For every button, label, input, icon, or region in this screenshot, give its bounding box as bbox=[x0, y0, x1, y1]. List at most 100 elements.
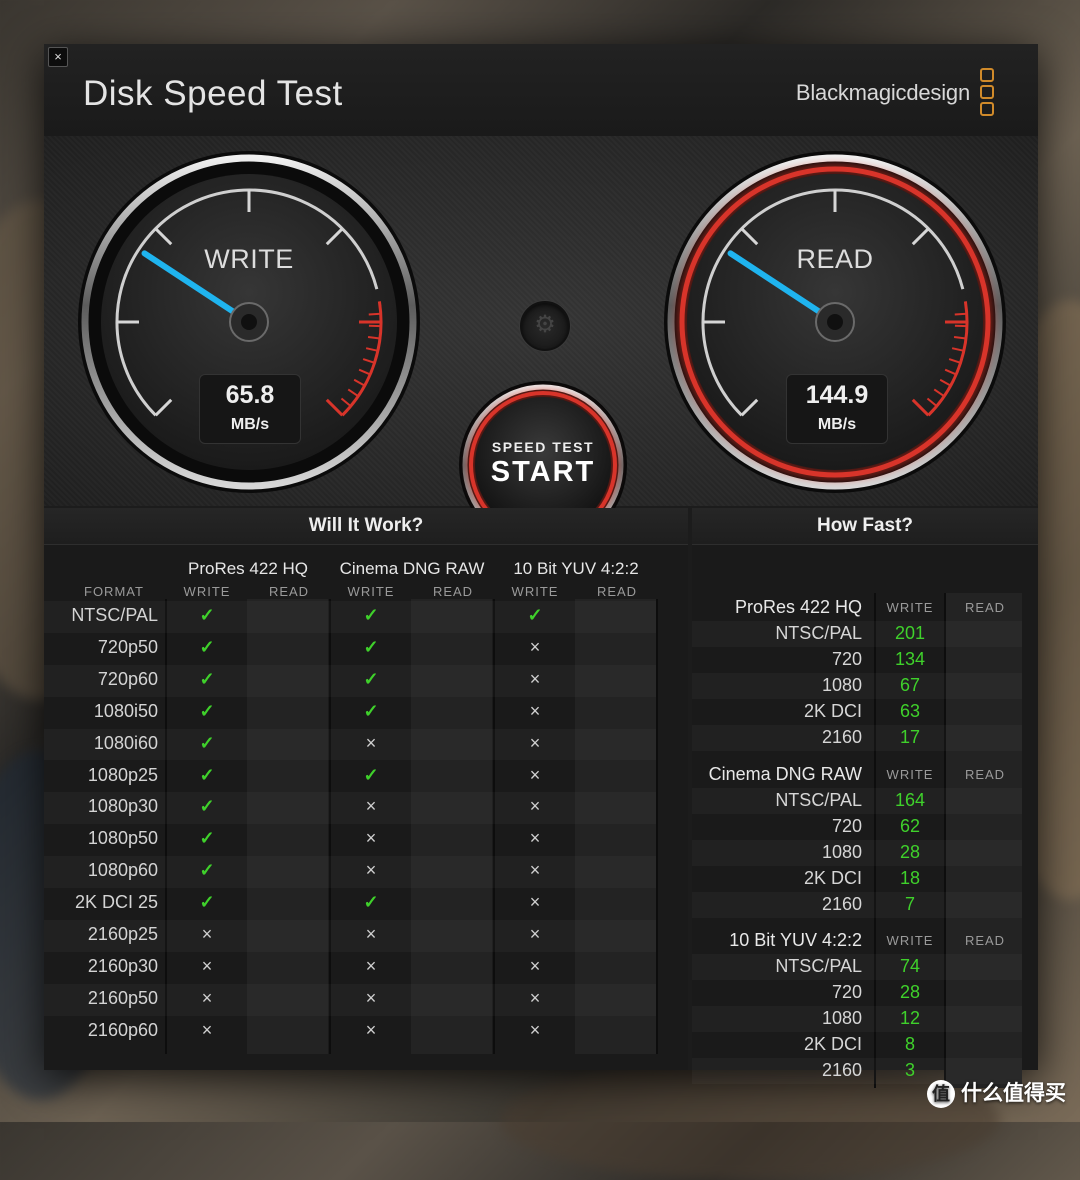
cross-icon: × bbox=[494, 924, 576, 945]
format-label: 2160p30 bbox=[44, 956, 158, 977]
format-label: 2160p60 bbox=[44, 1020, 158, 1041]
check-icon: ✓ bbox=[166, 637, 248, 658]
format-label: 1080 bbox=[692, 1008, 862, 1029]
cross-icon: × bbox=[330, 1020, 412, 1041]
write-fps-value: 134 bbox=[875, 649, 945, 670]
codec-header: Cinema DNG RAW bbox=[330, 559, 494, 579]
check-icon: ✓ bbox=[166, 828, 248, 849]
write-fps-value: 17 bbox=[875, 727, 945, 748]
format-label: 2K DCI bbox=[692, 701, 862, 722]
watermark-text: 什么值得买 bbox=[961, 1082, 1066, 1105]
check-icon: ✓ bbox=[166, 669, 248, 690]
format-label: 2K DCI 25 bbox=[44, 892, 158, 913]
cross-icon: × bbox=[494, 765, 576, 786]
write-fps-value: 28 bbox=[875, 982, 945, 1003]
watermark-logo-icon: 值 bbox=[927, 1080, 955, 1108]
read-value: 144.9 bbox=[787, 381, 887, 410]
check-icon: ✓ bbox=[494, 605, 576, 626]
format-label: 1080i60 bbox=[44, 733, 158, 754]
format-label: 720p60 bbox=[44, 669, 158, 690]
write-fps-value: 18 bbox=[875, 868, 945, 889]
cross-icon: × bbox=[330, 924, 412, 945]
app-title: Disk Speed Test bbox=[83, 74, 343, 114]
format-label: NTSC/PAL bbox=[692, 956, 862, 977]
check-icon: ✓ bbox=[166, 701, 248, 722]
read-readout: 144.9 MB/s bbox=[786, 374, 888, 444]
format-label: 1080p60 bbox=[44, 860, 158, 881]
format-label: 1080p30 bbox=[44, 796, 158, 817]
format-label: 1080 bbox=[692, 675, 862, 696]
column-separator bbox=[656, 599, 658, 1054]
site-watermark: 值什么值得买 bbox=[927, 1077, 1066, 1108]
write-fps-value: 28 bbox=[875, 842, 945, 863]
cross-icon: × bbox=[494, 669, 576, 690]
settings-gear-button[interactable]: ⚙ bbox=[520, 301, 570, 351]
format-label: 720 bbox=[692, 649, 862, 670]
check-icon: ✓ bbox=[166, 892, 248, 913]
check-icon: ✓ bbox=[166, 796, 248, 817]
cross-icon: × bbox=[330, 860, 412, 881]
cross-icon: × bbox=[494, 796, 576, 817]
read-unit: MB/s bbox=[787, 416, 887, 434]
check-icon: ✓ bbox=[330, 605, 412, 626]
write-subheader: WRITE bbox=[875, 767, 945, 782]
cross-icon: × bbox=[494, 733, 576, 754]
check-icon: ✓ bbox=[330, 892, 412, 913]
format-label: 2160 bbox=[692, 1060, 862, 1081]
brand-name: Blackmagicdesign bbox=[796, 80, 970, 106]
read-subheader: READ bbox=[950, 933, 1020, 948]
write-fps-value: 164 bbox=[875, 790, 945, 811]
cross-icon: × bbox=[330, 733, 412, 754]
write-gauge-label: WRITE bbox=[169, 244, 329, 275]
write-fps-value: 63 bbox=[875, 701, 945, 722]
gauge-area: WRITE 65.8 MB/s ⚙ bbox=[44, 136, 1038, 506]
cross-icon: × bbox=[494, 701, 576, 722]
cross-icon: × bbox=[166, 956, 248, 977]
close-button[interactable]: × bbox=[48, 47, 68, 67]
codec-group-name: Cinema DNG RAW bbox=[692, 764, 862, 785]
cross-icon: × bbox=[494, 637, 576, 658]
format-header: FORMAT bbox=[84, 584, 174, 599]
read-subheader: READ bbox=[412, 584, 494, 599]
cross-icon: × bbox=[166, 988, 248, 1009]
write-fps-value: 201 bbox=[875, 623, 945, 644]
format-label: NTSC/PAL bbox=[692, 623, 862, 644]
write-subheader: WRITE bbox=[330, 584, 412, 599]
write-minor-tick bbox=[369, 314, 381, 315]
start-button-caption: SPEED TEST bbox=[458, 439, 628, 455]
format-label: 2160 bbox=[692, 894, 862, 915]
format-label: 1080i50 bbox=[44, 701, 158, 722]
write-value: 65.8 bbox=[200, 381, 300, 410]
write-readout: 65.8 MB/s bbox=[199, 374, 301, 444]
write-subheader: WRITE bbox=[875, 600, 945, 615]
write-fps-value: 8 bbox=[875, 1034, 945, 1055]
write-fps-value: 7 bbox=[875, 894, 945, 915]
cross-icon: × bbox=[494, 956, 576, 977]
cross-icon: × bbox=[494, 988, 576, 1009]
cross-icon: × bbox=[166, 1020, 248, 1041]
write-subheader: WRITE bbox=[166, 584, 248, 599]
cross-icon: × bbox=[166, 924, 248, 945]
start-button-label: START bbox=[458, 456, 628, 489]
check-icon: ✓ bbox=[330, 701, 412, 722]
title-bar: Disk Speed Test Blackmagicdesign bbox=[44, 44, 1038, 137]
format-label: 2160 bbox=[692, 727, 862, 748]
format-label: NTSC/PAL bbox=[692, 790, 862, 811]
codec-header: ProRes 422 HQ bbox=[166, 559, 330, 579]
write-fps-value: 67 bbox=[875, 675, 945, 696]
write-fps-value: 12 bbox=[875, 1008, 945, 1029]
will-it-work-panel: Will It Work? ProRes 422 HQWRITEREADCine… bbox=[44, 508, 688, 1070]
format-label: 2K DCI bbox=[692, 868, 862, 889]
read-subheader: READ bbox=[576, 584, 658, 599]
blackmagic-logo-icon bbox=[980, 68, 992, 119]
format-label: 720 bbox=[692, 816, 862, 837]
read-subheader: READ bbox=[248, 584, 330, 599]
cross-icon: × bbox=[330, 956, 412, 977]
format-label: 1080p50 bbox=[44, 828, 158, 849]
how-fast-title: How Fast? bbox=[692, 508, 1038, 545]
format-label: 720 bbox=[692, 982, 862, 1003]
check-icon: ✓ bbox=[330, 669, 412, 690]
check-icon: ✓ bbox=[166, 733, 248, 754]
cross-icon: × bbox=[330, 796, 412, 817]
cross-icon: × bbox=[494, 892, 576, 913]
